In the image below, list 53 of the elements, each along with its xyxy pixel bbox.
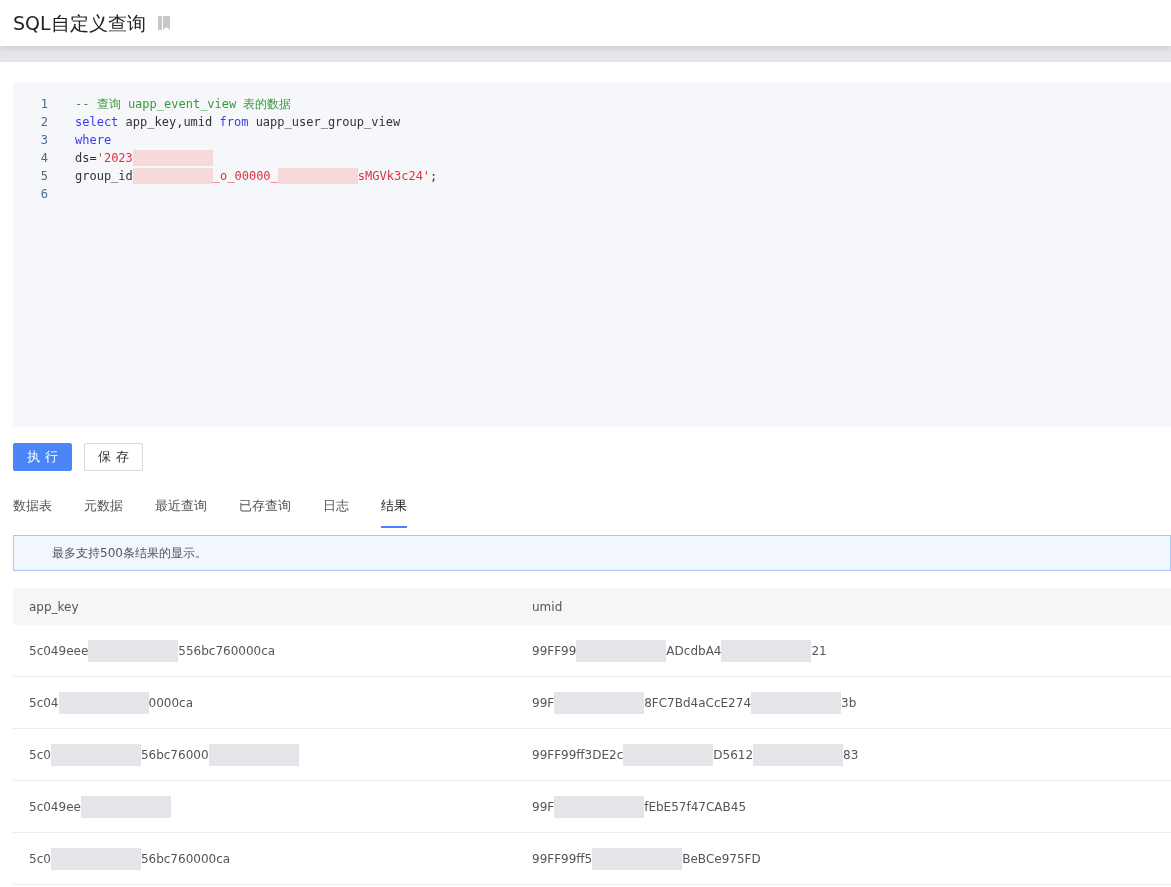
- cell-text: 5c0: [29, 850, 51, 868]
- cell-text: ADcdbA4: [666, 642, 722, 660]
- code-editor[interactable]: 1 -- 查询 uapp_event_view 表的数据 2 select app_key,umid from uapp_user_group_view 3 where 4 ds='2023 5 group_id _o_00000_ sMGVk3c24'; 6: [13, 83, 1171, 427]
- tab[interactable]: 最近查询: [155, 496, 207, 528]
- line-number: 1: [39, 96, 48, 113]
- cell-text: 8FC7Bd4aCcE274: [644, 694, 752, 712]
- line-number: 2: [39, 114, 48, 131]
- code-token: '2023: [96, 150, 133, 167]
- tab[interactable]: 数据表: [13, 496, 52, 528]
- tab[interactable]: 已存查询: [239, 496, 291, 528]
- line-number: 3: [39, 132, 48, 149]
- code-token: from: [219, 114, 249, 131]
- cell-text: 21: [811, 642, 827, 660]
- code-token: ds=: [75, 150, 97, 167]
- code-token: _o_00000_: [212, 168, 278, 185]
- cell-text: 99F: [532, 798, 555, 816]
- cell-text: 5c0: [29, 746, 51, 764]
- cell-text: BeBCe975FD: [682, 850, 761, 868]
- cell-text: fEbE57f47CAB45: [644, 798, 747, 816]
- cell-text: D5612: [713, 746, 754, 764]
- code-token: select: [75, 114, 119, 131]
- cell-text: 0000ca: [148, 694, 193, 712]
- code-token: ;: [430, 168, 438, 185]
- cell-text: 56bc76000: [140, 746, 209, 764]
- page-title: SQL自定义查询: [13, 10, 146, 36]
- cell-text: 56bc760000ca: [140, 850, 231, 868]
- cell-text: 83: [843, 746, 859, 764]
- line-number: 4: [39, 150, 48, 167]
- cell-text: 99FF99: [532, 642, 577, 660]
- action-button[interactable]: 保 存: [84, 443, 143, 471]
- code-token: sMGVk3c24': [357, 168, 431, 185]
- column-header: umid: [532, 598, 563, 616]
- cell-text: 556bc760000ca: [178, 642, 276, 660]
- tab[interactable]: 元数据: [84, 496, 123, 528]
- code-token: uapp_user_group_view: [254, 114, 401, 131]
- cell-text: 99FF99ff5: [532, 850, 593, 868]
- tab[interactable]: 日志: [323, 496, 349, 528]
- column-header: app_key: [28, 598, 80, 616]
- alert-text: 最多支持500条结果的显示。: [52, 545, 207, 562]
- cell-text: 5c049ee: [29, 798, 81, 816]
- code-token: group_id: [75, 168, 133, 185]
- line-number: 5: [39, 168, 48, 185]
- code-token: app_key,umid: [124, 114, 214, 131]
- book-icon: [157, 16, 170, 30]
- cell-text: 99F: [532, 694, 555, 712]
- code-token: where: [75, 132, 112, 149]
- code-token: -- 查询 uapp_event_view 表的数据: [75, 96, 292, 113]
- cell-text: 5c049eee: [29, 642, 89, 660]
- cell-text: 5c04: [29, 694, 59, 712]
- tab[interactable]: 结果: [381, 496, 407, 528]
- cell-text: 99FF99ff3DE2c: [532, 746, 624, 764]
- cell-text: 3b: [841, 694, 857, 712]
- line-number: 6: [39, 186, 48, 203]
